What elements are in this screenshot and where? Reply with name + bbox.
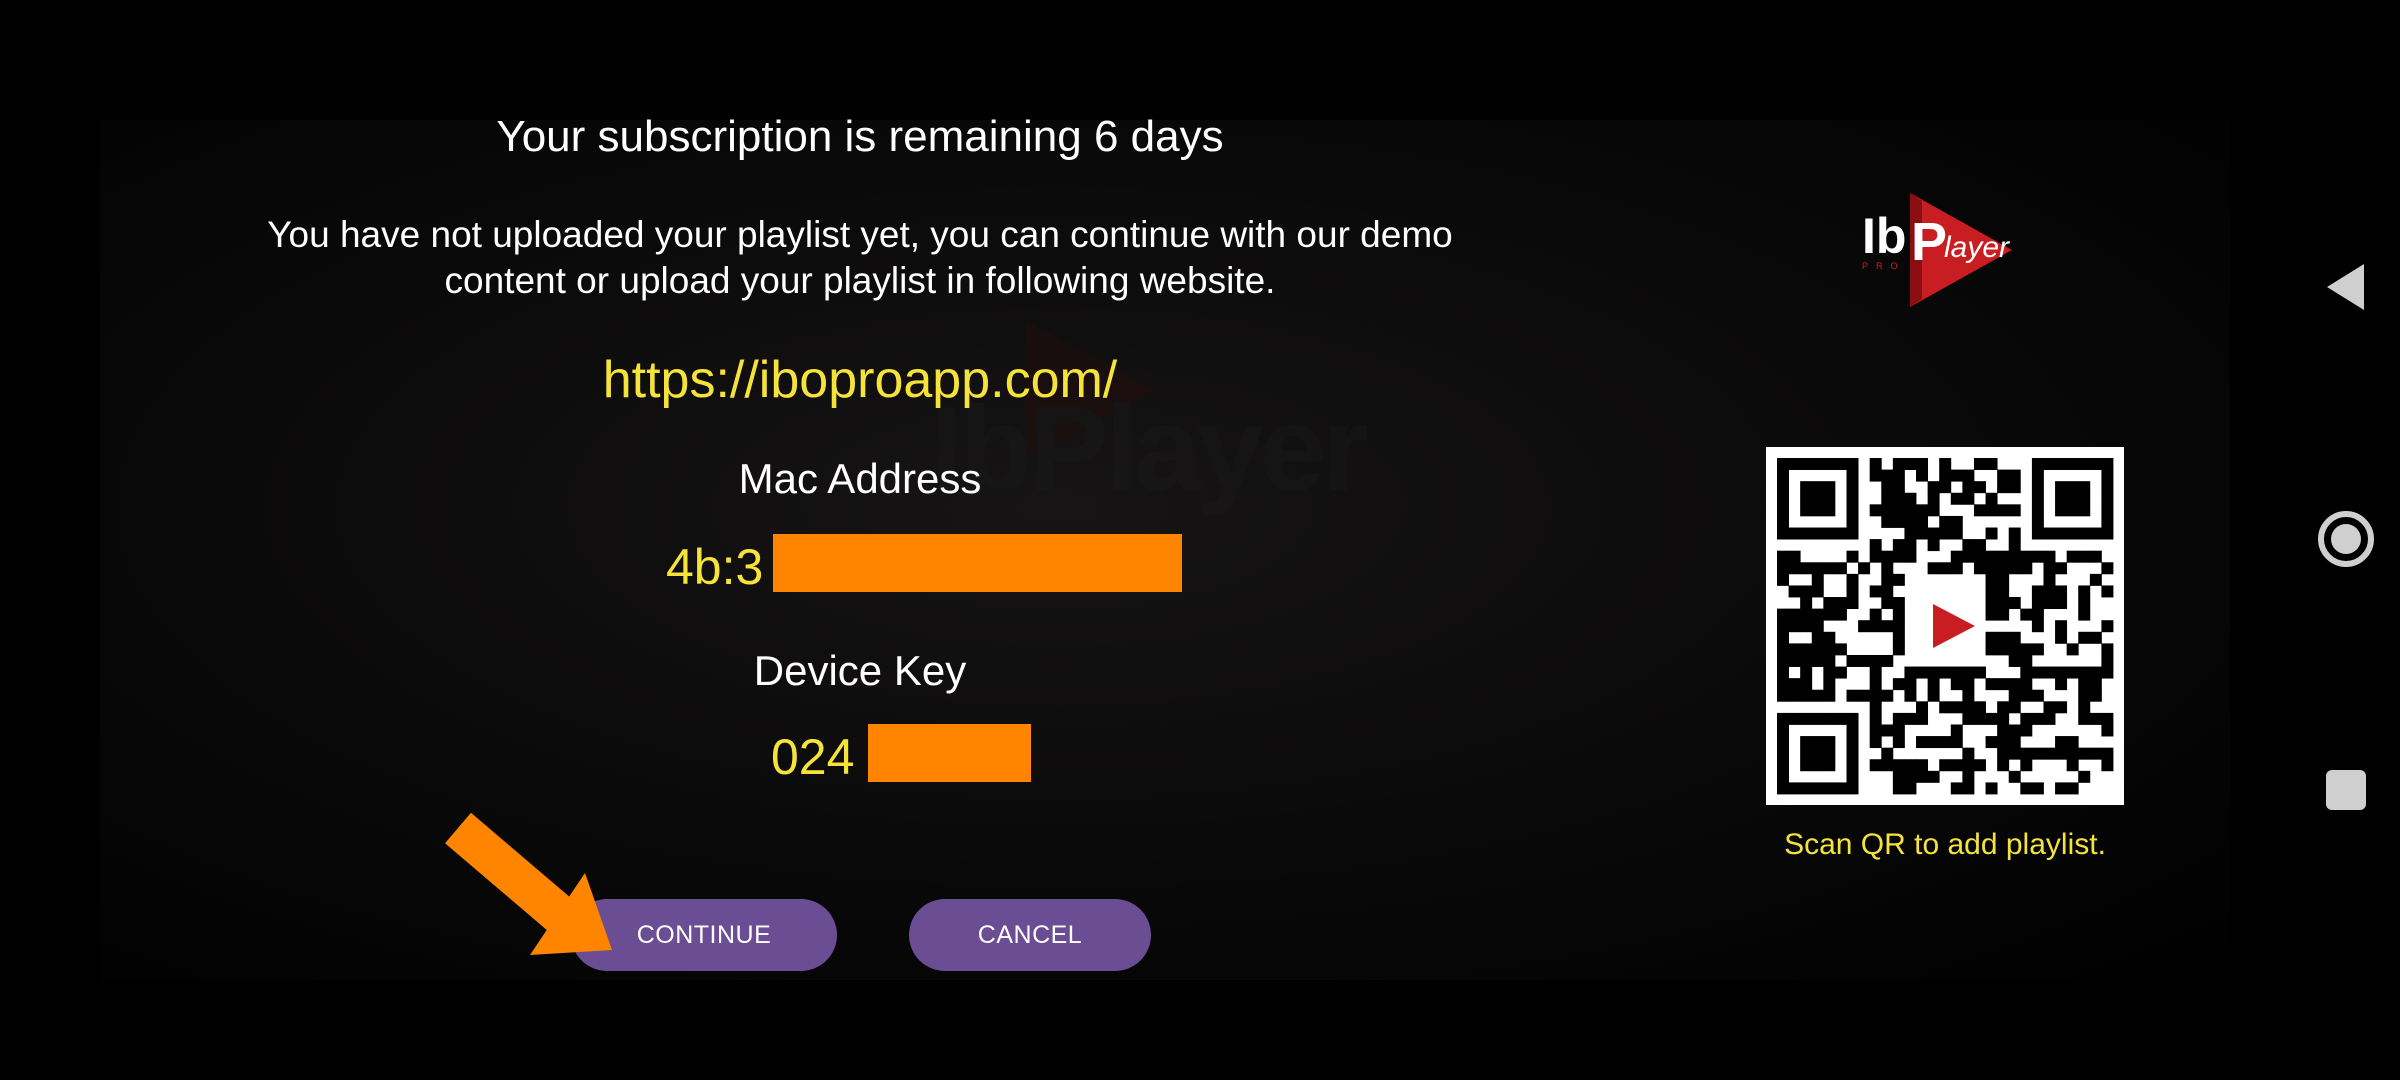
home-circle-icon <box>2318 511 2374 567</box>
nav-home-button[interactable] <box>2292 494 2400 584</box>
qr-caption: Scan QR to add playlist. <box>1784 828 2106 861</box>
recents-square-icon <box>2326 770 2366 810</box>
logo-text-pro: PRO <box>1862 261 1906 271</box>
ibplayer-logo: Ib P layer PRO <box>1862 193 2012 307</box>
device-key-label: Device Key <box>753 647 967 694</box>
device-key-value: 024 <box>771 729 855 785</box>
android-nav-bar <box>2292 0 2400 1080</box>
nav-back-button[interactable] <box>2292 242 2400 332</box>
message-line-2: content or upload your playlist in follo… <box>444 260 1276 301</box>
playlist-qr-code[interactable] <box>1766 447 2124 805</box>
app-screen: IbPlayer Your subscription is remaining … <box>0 0 2400 1080</box>
nav-recents-button[interactable] <box>2292 745 2400 835</box>
qr-code-pattern <box>1777 458 2114 795</box>
logo-text-p: P <box>1911 212 1947 272</box>
back-triangle-icon <box>2327 264 2364 310</box>
mac-address-redaction <box>773 534 1182 592</box>
logo-text-layer: layer <box>1944 231 2010 264</box>
upload-url-link[interactable]: https://iboproapp.com/ <box>160 350 1560 410</box>
qr-center-logo-icon <box>1933 604 1975 648</box>
mac-address-value: 4b:3 <box>666 539 764 595</box>
logo-text-ib: Ib <box>1862 208 1906 264</box>
subscription-title: Your subscription is remaining 6 days <box>496 112 1224 161</box>
message-line-1: You have not uploaded your playlist yet,… <box>267 214 1453 255</box>
playlist-message: You have not uploaded your playlist yet,… <box>160 212 1560 304</box>
device-key-redaction <box>868 724 1031 782</box>
mac-address-label: Mac Address <box>738 455 982 502</box>
orange-arrow-icon <box>445 812 612 955</box>
cancel-button[interactable]: CANCEL <box>909 899 1151 971</box>
